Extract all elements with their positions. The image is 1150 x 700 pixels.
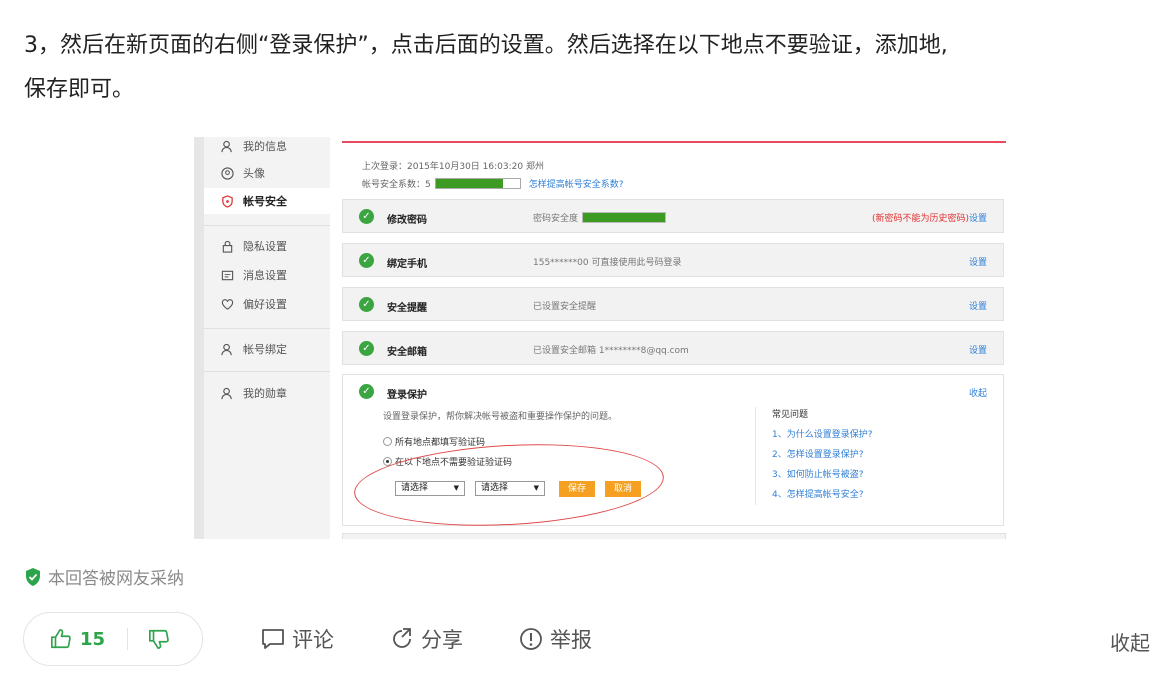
sidebar-item-label: 偏好设置	[243, 298, 287, 311]
faq-panel: 常见问题 1、为什么设置登录保护? 2、怎样设置登录保护? 3、如何防止帐号被盗…	[755, 407, 972, 505]
sidebar-item-privacy[interactable]: 隐私设置	[220, 235, 287, 257]
panel-collapse-link[interactable]: 收起	[969, 386, 987, 399]
sidebar-item-preference[interactable]: 偏好设置	[220, 293, 287, 315]
row-desc: 已设置安全提醒	[533, 302, 597, 312]
faq-link[interactable]: 1、为什么设置登录保护?	[772, 425, 972, 445]
faq-link[interactable]: 3、如何防止帐号被盗?	[772, 465, 972, 485]
radio-all-locations[interactable]: 所有地点都填写验证码	[383, 435, 485, 448]
adopted-text: 本回答被网友采纳	[48, 569, 184, 589]
check-icon: ✓	[359, 384, 374, 399]
sidebar-item-account-bind[interactable]: 帐号绑定	[220, 338, 287, 360]
vote-divider	[127, 628, 129, 650]
set-link[interactable]: 设置	[969, 214, 987, 224]
login-protect-title: 登录保护	[387, 390, 427, 401]
check-icon: ✓	[359, 297, 374, 312]
lock-icon	[220, 239, 234, 253]
answer-line-2: 保存即可。	[24, 77, 135, 102]
row-security-email: ✓ 安全邮箱 已设置安全邮箱 1********8@qq.com 设置	[342, 331, 1004, 365]
verified-shield-icon	[26, 567, 40, 586]
sidebar-item-label: 帐号安全	[243, 195, 287, 208]
sidebar-divider	[204, 371, 330, 372]
report-icon	[518, 626, 544, 652]
sidebar-item-message[interactable]: 消息设置	[220, 264, 287, 286]
row-bind-phone: ✓ 绑定手机 155******00 可直接使用此号码登录 设置	[342, 243, 1004, 277]
check-icon: ✓	[359, 341, 374, 356]
sidebar-item-label: 消息设置	[243, 269, 287, 282]
set-link[interactable]: 设置	[969, 343, 987, 356]
login-protect-desc: 设置登录保护，帮你解决帐号被盗和重要操作保护的问题。	[383, 412, 618, 422]
sidebar-item-label: 我的勋章	[243, 387, 287, 400]
row-name: 绑定手机	[387, 259, 427, 270]
row-warn: (新密码不能为历史密码)	[871, 214, 969, 224]
sidebar-item-label: 隐私设置	[243, 240, 287, 253]
comment-button[interactable]: 评论	[260, 624, 334, 654]
sidebar-item-label: 头像	[243, 167, 265, 180]
comment-icon	[260, 626, 286, 652]
share-label: 分享	[421, 628, 463, 652]
sidebar-item-my-info[interactable]: 我的信息	[220, 137, 287, 157]
security-bar-fill	[435, 179, 503, 188]
sidebar-item-label: 帐号绑定	[243, 343, 287, 356]
upvote-button[interactable]: 15	[50, 628, 105, 650]
report-label: 举报	[550, 628, 592, 652]
row-change-password: ✓ 修改密码 密码安全度 (新密码不能为历史密码)设置	[342, 199, 1004, 233]
check-icon: ✓	[359, 209, 374, 224]
report-button[interactable]: 举报	[518, 624, 592, 654]
row-name: 修改密码	[387, 215, 427, 226]
set-link[interactable]: 设置	[969, 299, 987, 312]
answer-line-1: 3，然后在新页面的右侧“登录保护”，点击后面的设置。然后选择在以下地点不要验证，…	[24, 33, 948, 58]
comment-label: 评论	[292, 628, 334, 652]
medal-icon	[220, 386, 234, 400]
faq-title: 常见问题	[772, 410, 809, 420]
row-action[interactable]: (新密码不能为历史密码)设置	[872, 211, 987, 224]
row-name: 安全提醒	[387, 303, 427, 314]
faq-link[interactable]: 2、怎样设置登录保护?	[772, 445, 972, 465]
row-desc: 密码安全度	[533, 211, 667, 224]
security-link[interactable]: 怎样提高帐号安全系数?	[529, 177, 624, 190]
avatar-icon	[220, 166, 234, 180]
heart-icon	[220, 297, 234, 311]
embedded-screenshot: 我的信息 头像 帐号安全 隐私设置 消息设置 偏好设置 帐号绑定 我的勋章 上次…	[194, 137, 1016, 539]
sidebar-strip	[194, 137, 204, 539]
last-login: 上次登录：2015年10月30日 16:03:20 郑州	[362, 162, 544, 172]
security-label: 帐号安全系数：5	[362, 180, 431, 190]
share-icon	[389, 626, 415, 652]
red-top-line	[342, 141, 1006, 143]
downvote-button[interactable]	[148, 628, 170, 650]
set-link[interactable]: 设置	[969, 255, 987, 268]
sidebar-item-avatar[interactable]: 头像	[220, 162, 265, 184]
sidebar-divider	[204, 328, 330, 329]
vote-count: 15	[80, 628, 106, 650]
message-icon	[220, 268, 234, 282]
faq-link[interactable]: 4、怎样提高帐号安全?	[772, 485, 972, 505]
row-name: 安全邮箱	[387, 347, 427, 358]
sidebar-item-label: 我的信息	[243, 140, 287, 153]
vote-box: 15	[23, 612, 203, 666]
security-bar	[434, 178, 521, 189]
user-icon	[220, 139, 234, 153]
sidebar-item-medal[interactable]: 我的勋章	[220, 382, 287, 404]
answer-text: 3，然后在新页面的右侧“登录保护”，点击后面的设置。然后选择在以下地点不要验证，…	[24, 24, 1150, 112]
share-button[interactable]: 分享	[389, 624, 463, 654]
row-next	[342, 533, 1006, 539]
security-score: 帐号安全系数：5 怎样提高帐号安全系数?	[362, 177, 624, 190]
row-security-reminder: ✓ 安全提醒 已设置安全提醒 设置	[342, 287, 1004, 321]
check-icon: ✓	[359, 253, 374, 268]
row-desc-text: 密码安全度	[533, 214, 579, 224]
thumbs-up-icon	[51, 629, 71, 649]
collapse-answer-button[interactable]: 收起	[1110, 627, 1150, 656]
radio-button[interactable]	[383, 437, 392, 446]
password-strength-bar	[582, 212, 667, 223]
thumbs-down-icon	[149, 629, 169, 649]
shield-icon	[220, 194, 234, 208]
sidebar-item-account-security[interactable]: 帐号安全	[204, 188, 330, 214]
radio-label: 所有地点都填写验证码	[395, 438, 486, 448]
user-bind-icon	[220, 342, 234, 356]
sidebar-divider	[204, 225, 330, 226]
row-desc: 155******00 可直接使用此号码登录	[533, 258, 682, 268]
settings-sidebar: 我的信息 头像 帐号安全 隐私设置 消息设置 偏好设置 帐号绑定 我的勋章	[194, 137, 331, 539]
row-desc: 已设置安全邮箱 1********8@qq.com	[533, 346, 689, 356]
adopted-badge: 本回答被网友采纳	[24, 564, 184, 589]
